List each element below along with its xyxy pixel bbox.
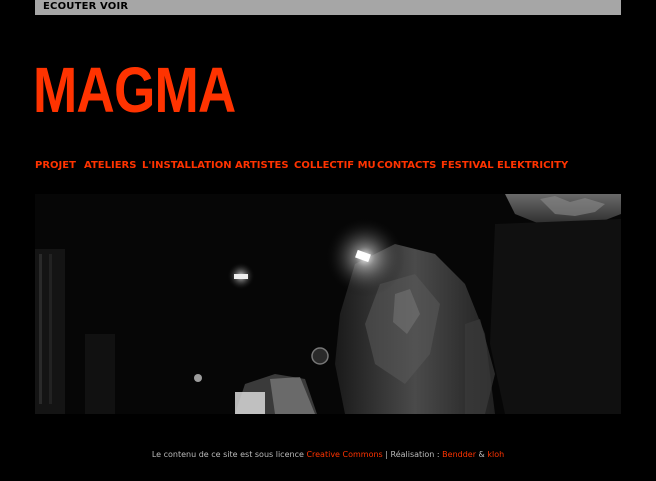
tunnel-photo — [35, 194, 621, 414]
footer-and: & — [476, 450, 488, 459]
nav-item-projet[interactable]: PROJET — [35, 160, 76, 171]
main-nav: PROJET ATELIERS L'INSTALLATION ARTISTES … — [35, 160, 635, 174]
creative-commons-link[interactable]: Creative Commons — [306, 450, 382, 459]
nav-item-contacts[interactable]: CONTACTS — [377, 160, 436, 171]
kloh-link[interactable]: kloh — [487, 450, 504, 459]
nav-item-ateliers[interactable]: ATELIERS — [84, 160, 136, 171]
voir-link[interactable]: VOIR — [100, 1, 128, 12]
nav-item-festival-elektricity[interactable]: FESTIVAL ELEKTRICITY — [441, 160, 568, 171]
site-logo[interactable]: MAGMA — [33, 58, 236, 122]
nav-item-collectif-mu[interactable]: COLLECTIF MU — [294, 160, 376, 171]
top-bar: ECOUTER VOIR — [35, 0, 621, 15]
footer-license-text: Le contenu de ce site est sous licence — [151, 450, 307, 459]
bendder-link[interactable]: Bendder — [442, 450, 476, 459]
footer-separator: | Réalisation : — [382, 450, 443, 459]
ecouter-link[interactable]: ECOUTER — [43, 1, 97, 12]
hero-photo — [35, 194, 621, 414]
footer: Le contenu de ce site est sous licence C… — [0, 450, 656, 459]
nav-item-artistes[interactable]: ARTISTES — [235, 160, 289, 171]
nav-item-installation[interactable]: L'INSTALLATION — [142, 160, 232, 171]
